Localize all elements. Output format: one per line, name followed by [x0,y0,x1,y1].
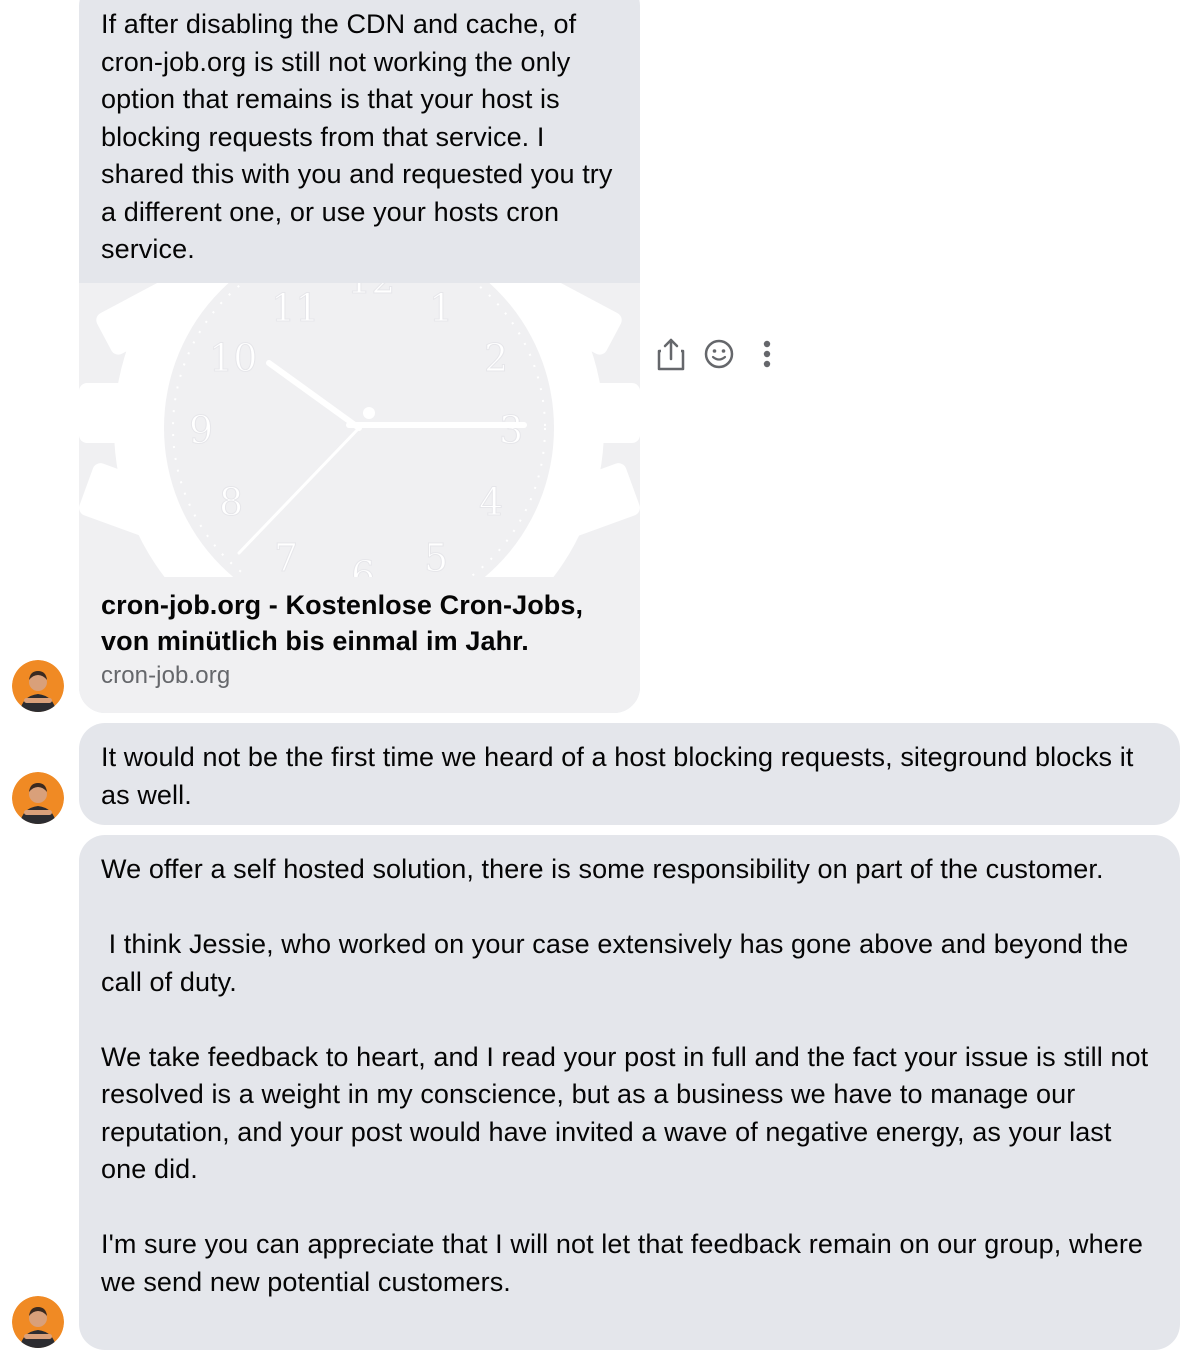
clock-number-9: 9 [189,408,213,452]
message-paragraph: We offer a self hosted solution, there i… [101,854,1104,884]
message-actions [654,334,784,374]
avatar[interactable] [12,660,64,712]
avatar[interactable] [12,1296,64,1348]
clock-number-10: 10 [209,336,258,380]
clock-number-4: 4 [479,480,503,524]
avatar[interactable] [12,772,64,824]
avatar-image [12,772,64,824]
emoji-react-icon [704,339,734,369]
message-paragraph: We take feedback to heart, and I read yo… [101,1041,1156,1185]
clock-number-2: 2 [484,336,508,380]
link-preview-info[interactable]: cron-job.org - Kostenlose Cron-Jobs, von… [79,577,640,713]
clock-number-8: 8 [219,480,243,524]
share-icon [657,338,685,371]
message-bubble-cdn[interactable]: If after disabling the CDN and cache, of… [79,0,640,713]
clock-number-3: 3 [499,408,523,452]
link-preview-domain: cron-job.org [101,662,231,689]
message-paragraph: I'm sure you can appreciate that I will … [101,1229,1151,1297]
message-bubble-siteground[interactable]: It would not be the first time we heard … [79,723,1180,825]
react-button[interactable] [702,334,736,374]
more-options-button[interactable] [750,334,784,374]
clock-number-12: 12 [347,283,396,302]
clock-number-7: 7 [274,536,298,577]
clock-number-11: 11 [271,286,320,330]
clock-number-5: 5 [424,536,448,577]
clock-gear-image: 12 1 2 3 4 5 6 7 8 9 10 11 [79,283,640,577]
message-paragraph: I think Jessie, who worked on your case … [101,929,1136,997]
message-bubble-self-hosted[interactable]: We offer a self hosted solution, there i… [79,835,1180,1350]
avatar-image [12,1296,64,1348]
link-preview-image[interactable]: 12 1 2 3 4 5 6 7 8 9 10 11 [79,283,640,577]
clock-number-6: 6 [351,553,375,577]
clock-number-1: 1 [429,286,453,330]
share-button[interactable] [654,334,688,374]
message-text: If after disabling the CDN and cache, of… [101,9,621,264]
link-preview-title[interactable]: cron-job.org - Kostenlose Cron-Jobs, von… [101,587,626,659]
more-options-icon [763,340,771,368]
avatar-image [12,660,64,712]
message-text: It would not be the first time we heard … [101,742,1142,810]
